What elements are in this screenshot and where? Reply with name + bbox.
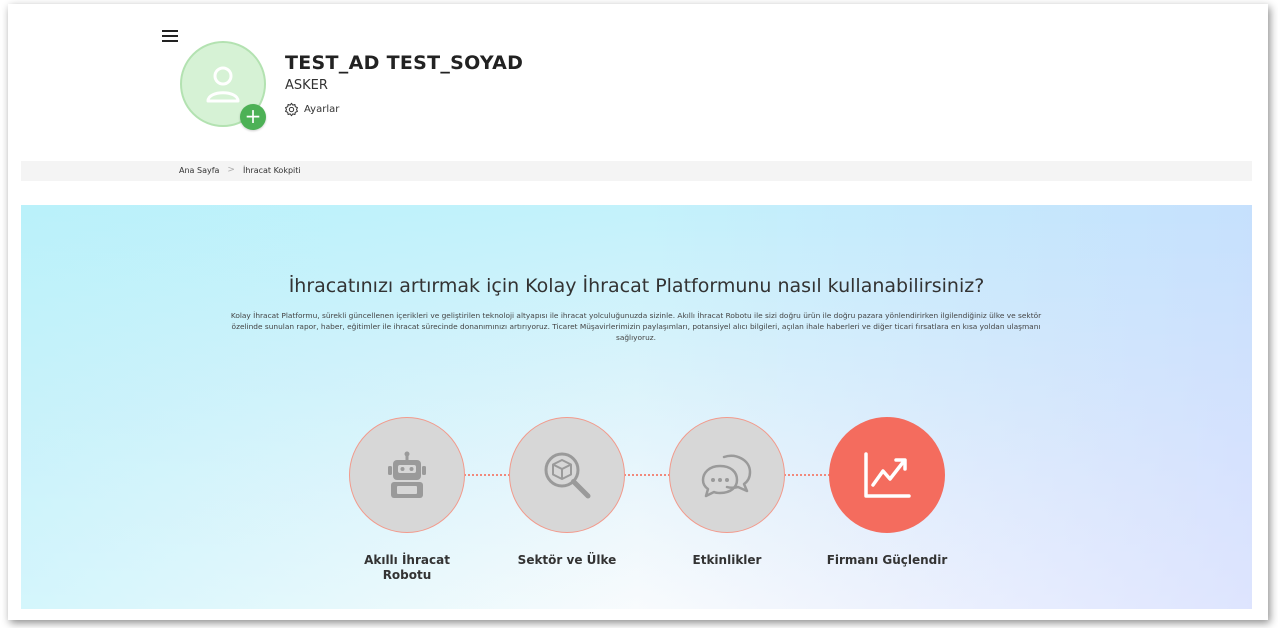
step-robot-button[interactable]	[349, 417, 465, 533]
breadcrumb: Ana Sayfa > İhracat Kokpiti	[179, 165, 301, 175]
user-name: TEST_AD TEST_SOYAD	[285, 52, 524, 74]
step-label: Akıllı İhracat Robotu	[364, 553, 450, 582]
step-grow-button[interactable]	[829, 417, 945, 533]
app-window: + TEST_AD TEST_SOYAD ASKER Ayarlar Ana S…	[8, 4, 1268, 620]
breadcrumb-separator: >	[227, 165, 235, 175]
steps-row: Akıllı İhracat Robotu Sektör ve Ülke Etk…	[21, 417, 1252, 597]
growth-chart-icon	[864, 452, 911, 498]
robot-icon	[388, 451, 426, 498]
step-sector-button[interactable]	[509, 417, 625, 533]
breadcrumb-item-current: İhracat Kokpiti	[242, 165, 301, 175]
step-connector	[624, 474, 670, 476]
settings-label: Ayarlar	[304, 104, 340, 115]
step-label: Etkinlikler	[692, 553, 762, 567]
hero-section: İhracatınızı artırmak için Kolay İhracat…	[21, 205, 1252, 609]
step-connector	[784, 474, 830, 476]
add-photo-button[interactable]: +	[240, 104, 266, 130]
user-icon	[206, 66, 240, 103]
search-box-icon	[544, 452, 591, 499]
user-role: ASKER	[285, 78, 328, 93]
step-label: Sektör ve Ülke	[517, 553, 617, 567]
breadcrumb-item-home[interactable]: Ana Sayfa	[179, 166, 219, 175]
step-connector	[464, 474, 510, 476]
menu-icon[interactable]	[162, 30, 178, 44]
gear-icon	[285, 102, 298, 117]
step-label: Firmanı Güçlendir	[826, 553, 948, 567]
settings-link[interactable]: Ayarlar	[284, 102, 339, 117]
breadcrumb-bar: Ana Sayfa > İhracat Kokpiti	[21, 161, 1252, 181]
hero-description: Kolay İhracat Platformu, sürekli güncell…	[230, 311, 1042, 342]
hero-title: İhracatınızı artırmak için Kolay İhracat…	[288, 275, 985, 297]
chat-bubbles-icon	[701, 454, 752, 498]
step-events-button[interactable]	[669, 417, 785, 533]
